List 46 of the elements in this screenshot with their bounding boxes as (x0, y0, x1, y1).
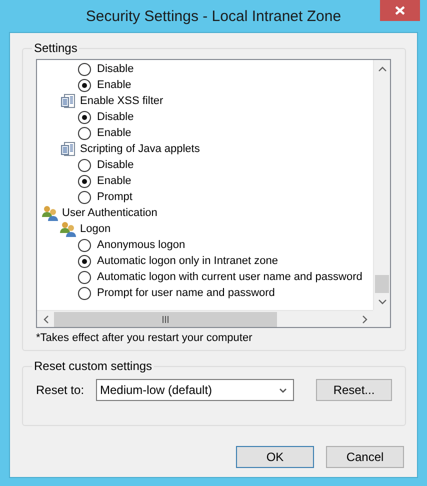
reset-level-dropdown[interactable]: Medium-low (default) (96, 379, 294, 401)
restart-note: *Takes effect after you restart your computer (36, 332, 254, 344)
radio-button[interactable] (78, 270, 91, 284)
radio-button[interactable] (78, 190, 91, 204)
radio-button[interactable] (78, 238, 91, 252)
setting-label: Scripting of Java applets (80, 143, 200, 155)
option-label: Disable (97, 111, 134, 123)
option-label: Prompt for user name and password (97, 287, 275, 299)
grip-icon (162, 316, 169, 322)
group-label: User Authentication (62, 207, 158, 219)
users-icon (60, 221, 76, 237)
radio-button[interactable] (78, 62, 91, 76)
option-label: Prompt (97, 191, 132, 203)
document-icon (60, 93, 76, 109)
option-label: Disable (97, 63, 134, 75)
option-label: Automatic logon only in Intranet zone (97, 255, 278, 267)
window-title: Security Settings - Local Intranet Zone (86, 8, 342, 24)
field-label: Reset to: (36, 383, 86, 397)
document-icon (60, 141, 76, 157)
setting-label: Enable XSS filter (80, 95, 164, 107)
ok-button[interactable]: OK (236, 446, 314, 468)
reset-button[interactable]: Reset... (316, 379, 392, 401)
users-icon (42, 205, 58, 221)
option-label: Automatic logon with current user name and password (97, 271, 362, 283)
horizontal-scrollbar[interactable] (37, 310, 373, 327)
close-icon (395, 6, 405, 15)
radio-button[interactable] (78, 174, 91, 188)
cancel-button[interactable]: Cancel (326, 446, 404, 468)
group-label: Logon (80, 223, 111, 235)
close-button[interactable] (380, 0, 420, 21)
scroll-thumb[interactable] (54, 312, 277, 326)
scroll-thumb[interactable] (375, 275, 389, 293)
option-label: Enable (97, 175, 132, 187)
group-title: Reset custom settings (33, 359, 154, 373)
radio-button[interactable] (78, 126, 91, 140)
radio-button[interactable] (78, 286, 91, 300)
option-label: Disable (97, 159, 134, 171)
radio-button[interactable] (78, 78, 91, 92)
radio-button[interactable] (78, 254, 91, 268)
group-title: Settings (33, 41, 78, 55)
option-label: Enable (97, 127, 132, 139)
radio-button[interactable] (78, 110, 91, 124)
option-label: Enable (97, 79, 132, 91)
radio-button[interactable] (78, 158, 91, 172)
vertical-scrollbar[interactable] (373, 60, 390, 310)
option-label: Anonymous logon (97, 239, 186, 251)
